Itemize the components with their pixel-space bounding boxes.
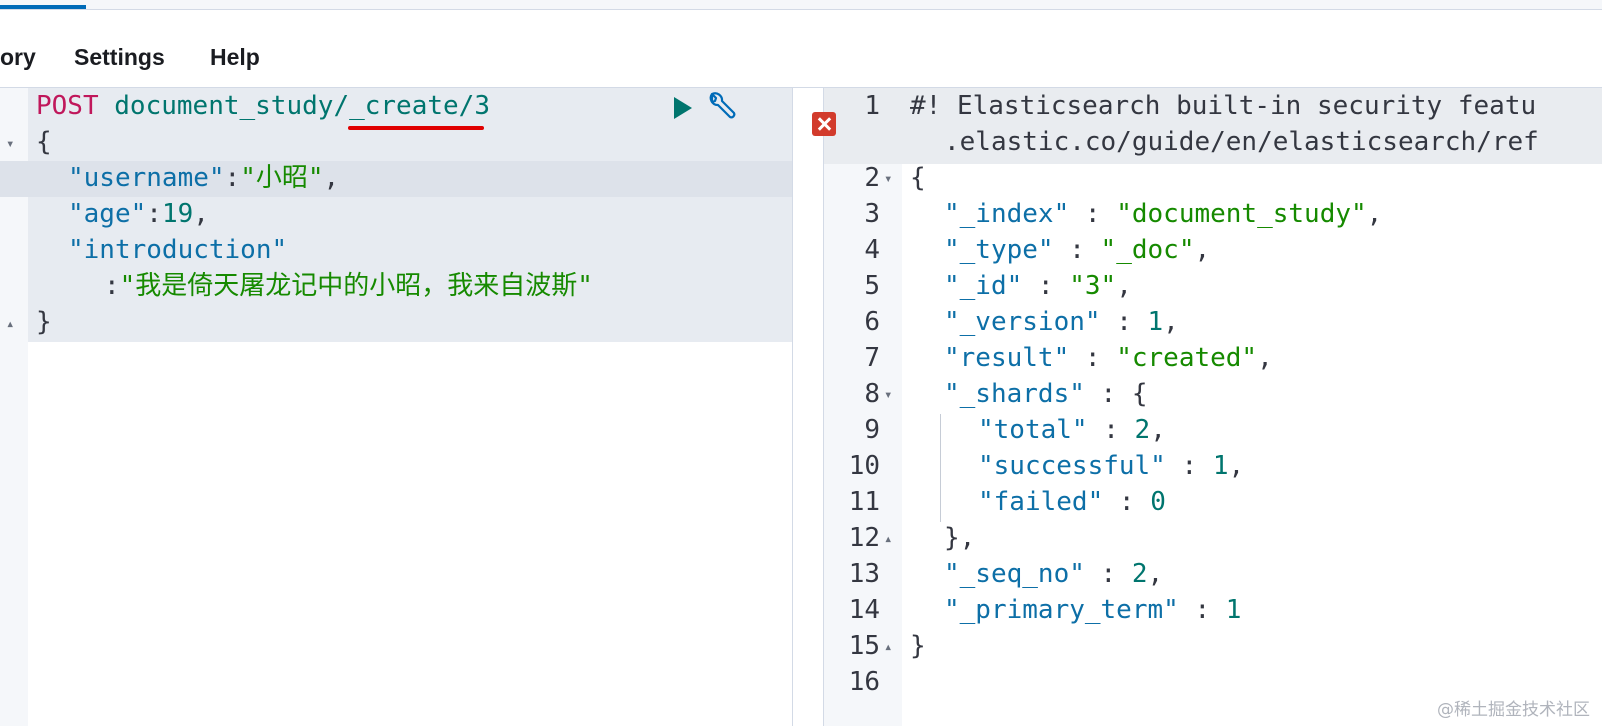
menu-settings[interactable]: Settings xyxy=(74,44,165,71)
line-number: 11 xyxy=(848,487,880,517)
request-method: POST xyxy=(36,91,99,121)
line-number: 2 xyxy=(864,163,880,193)
annotation-underline xyxy=(348,126,484,130)
response-field-result: "result" : "created", xyxy=(944,343,1273,373)
field-value: 19 xyxy=(161,199,194,229)
request-url-action: /_create xyxy=(333,91,459,121)
response-field-type: "_type" : "_doc", xyxy=(944,235,1211,265)
line-number: 12 xyxy=(848,523,880,553)
response-shards-close: }, xyxy=(944,523,976,553)
line-number: 10 xyxy=(848,451,880,481)
error-x-icon[interactable] xyxy=(812,112,836,136)
request-line: POST document_study/_create/3 xyxy=(36,88,490,124)
line-number: 14 xyxy=(848,595,880,625)
response-close-brace: } xyxy=(910,631,926,661)
field-value: "小昭" xyxy=(240,163,324,193)
field-key: "age" xyxy=(68,199,147,229)
pane-splitter[interactable] xyxy=(792,88,824,726)
line-number: 16 xyxy=(848,667,880,697)
response-field-successful: "successful" : 1, xyxy=(978,451,1245,481)
request-field-age: "age":19, xyxy=(68,199,209,229)
watermark: @稀土掘金技术社区 xyxy=(1437,700,1590,720)
field-key: "username" xyxy=(68,163,225,193)
menu-help[interactable]: Help xyxy=(210,44,260,71)
line-number: 7 xyxy=(864,343,880,373)
request-close-brace: } xyxy=(36,307,52,337)
request-open-brace: { xyxy=(36,127,52,157)
request-url-id: /3 xyxy=(458,91,490,121)
response-field-primary-term: "_primary_term" : 1 xyxy=(944,595,1242,625)
response-field-shards: "_shards" : { xyxy=(944,379,1148,409)
request-field-username: "username":"小昭", xyxy=(68,163,340,193)
fold-toggle-icon[interactable]: ▴ xyxy=(884,531,892,547)
request-editor[interactable]: ▾ ▴ POST document_study/_create/3 { "use… xyxy=(0,88,792,726)
fold-toggle-icon[interactable]: ▴ xyxy=(884,639,892,655)
response-field-seq-no: "_seq_no" : 2, xyxy=(944,559,1164,589)
response-field-total: "total" : 2, xyxy=(978,415,1166,445)
request-field-introduction-key: "introduction" xyxy=(68,232,287,268)
play-icon[interactable] xyxy=(670,95,696,121)
top-tab-strip xyxy=(0,0,1602,10)
line-number: 6 xyxy=(864,307,880,337)
line-number: 9 xyxy=(864,415,880,445)
response-open-brace: { xyxy=(910,163,926,193)
response-field-failed: "failed" : 0 xyxy=(978,487,1166,517)
active-tab-indicator xyxy=(0,5,86,9)
line-number: 15 xyxy=(848,631,880,661)
response-pane: 1 2 3 4 5 6 7 8 9 10 11 12 13 14 15 16 ▾ ▾ ▴ ▴ #! Elast… xyxy=(824,88,1602,726)
line-number: 13 xyxy=(848,559,880,589)
response-field-index: "_index" : "document_study", xyxy=(944,199,1383,229)
fold-toggle-icon[interactable]: ▾ xyxy=(884,387,892,403)
line-number: 4 xyxy=(864,235,880,265)
indent-guide xyxy=(940,414,941,522)
request-url-index: document_study xyxy=(98,91,334,121)
field-value: "我是倚天屠龙记中的小昭，我来自波斯" xyxy=(119,271,593,301)
field-key: "introduction" xyxy=(68,235,288,265)
console-menu-bar: ory Settings Help xyxy=(0,10,1602,88)
warning-text-line-1: #! Elasticsearch built-in security featu xyxy=(910,91,1537,121)
line-number: 3 xyxy=(864,199,880,229)
fold-toggle-icon[interactable]: ▾ xyxy=(6,136,14,152)
line-number: 8 xyxy=(864,379,880,409)
warning-text-line-2: .elastic.co/guide/en/elasticsearch/ref xyxy=(944,127,1539,157)
response-field-version: "_version" : 1, xyxy=(944,307,1179,337)
fold-toggle-icon[interactable]: ▾ xyxy=(884,171,892,187)
fold-toggle-icon[interactable]: ▴ xyxy=(6,316,14,332)
request-field-introduction-value: :"我是倚天屠龙记中的小昭，我来自波斯" xyxy=(104,271,593,301)
wrench-icon[interactable] xyxy=(704,90,738,124)
line-number: 5 xyxy=(864,271,880,301)
menu-history[interactable]: ory xyxy=(0,44,36,71)
response-field-id: "_id" : "3", xyxy=(944,271,1132,301)
